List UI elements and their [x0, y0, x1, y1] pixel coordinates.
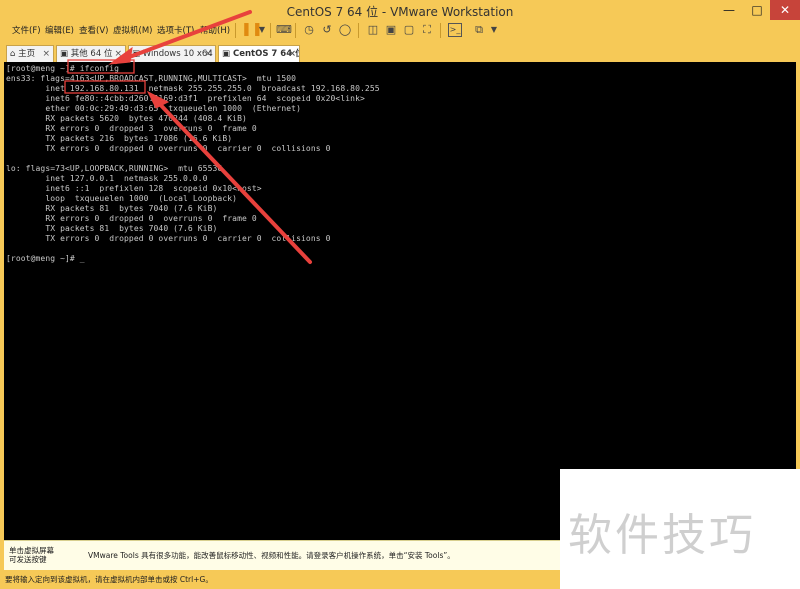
menu-edit[interactable]: 编辑(E): [45, 24, 74, 36]
console-line: RX packets 5620 bytes 470244 (408.4 KiB): [6, 114, 247, 123]
console-line: RX errors 0 dropped 3 overruns 0 frame 0: [6, 124, 257, 133]
console-view-icon[interactable]: ▢: [402, 23, 416, 37]
title-bar: CentOS 7 64 位 - VMware Workstation — □ ✕: [0, 0, 800, 20]
toolbar-separator: [440, 23, 441, 38]
console-line: loop txqueuelen 1000 (Local Loopback): [6, 194, 238, 203]
watermark: 软件技巧: [560, 469, 800, 589]
vm-icon: ▣: [60, 49, 71, 59]
stretch-icon[interactable]: ⧉: [472, 23, 486, 37]
vm-icon: ▣: [132, 49, 143, 59]
revert-snapshot-icon[interactable]: ↺: [320, 23, 334, 37]
console-line: TX errors 0 dropped 0 overruns 0 carrier…: [6, 234, 331, 243]
vmware-window: CentOS 7 64 位 - VMware Workstation — □ ✕…: [0, 0, 800, 589]
close-tab-icon[interactable]: ×: [288, 46, 296, 62]
terminal-icon[interactable]: >_: [448, 23, 462, 37]
minimize-button[interactable]: —: [716, 0, 742, 20]
vmware-tools-bar: 单击虚拟屏幕 可发送按键 VMware Tools 具有很多功能，能改善鼠标移动…: [4, 540, 560, 570]
menu-file[interactable]: 文件(F): [12, 24, 41, 36]
toolbar-separator: [358, 23, 359, 38]
menu-vm[interactable]: 虚拟机(M): [113, 24, 152, 36]
console-line: inet6 fe80::4cbb:d260:9169:d3f1 prefixle…: [6, 94, 365, 103]
menu-tabs[interactable]: 选项卡(T): [157, 24, 194, 36]
fullscreen-icon[interactable]: ⛶: [420, 23, 434, 37]
menu-bar: 文件(F) 编辑(E) 查看(V) 虚拟机(M) 选项卡(T) 帮助(H) ❚❚…: [0, 20, 800, 42]
tab-centos-7[interactable]: ▣ CentOS 7 64 位 ×: [218, 45, 300, 62]
tab-label: Windows 10 x64: [142, 49, 213, 59]
menu-help[interactable]: 帮助(H): [200, 24, 230, 36]
tab-windows-10[interactable]: ▣ Windows 10 x64 ×: [128, 45, 216, 62]
console-line: inet 127.0.0.1 netmask 255.0.0.0: [6, 174, 208, 183]
maximize-button[interactable]: □: [744, 0, 770, 20]
console-line: [root@meng ~]# _: [6, 254, 85, 263]
send-ctrl-alt-del-icon[interactable]: ⌨: [276, 23, 292, 37]
close-button[interactable]: ✕: [770, 0, 800, 20]
console-line: RX errors 0 dropped 0 overruns 0 frame 0: [6, 214, 257, 223]
tab-other-64[interactable]: ▣ 其他 64 位 ×: [56, 45, 126, 62]
toolbar-separator: [295, 23, 296, 38]
vm-icon: ▣: [222, 49, 233, 59]
console-line: RX packets 81 bytes 7040 (7.6 KiB): [6, 204, 218, 213]
close-tab-icon[interactable]: ×: [204, 46, 212, 62]
console-line: TX packets 216 bytes 17086 (16.6 KiB): [6, 134, 233, 143]
library-icon[interactable]: ◫: [366, 23, 380, 37]
tab-bar: ⌂ 主页 × ▣ 其他 64 位 × ▣ Windows 10 x64 × ▣ …: [0, 43, 800, 62]
console-line: [root@meng ~]# ifconfig: [6, 64, 120, 73]
watermark-text: 软件技巧: [568, 510, 756, 561]
close-tab-icon[interactable]: ×: [42, 46, 50, 62]
home-icon: ⌂: [10, 49, 19, 59]
chevron-down-icon[interactable]: ▼: [255, 23, 269, 37]
console-line: TX errors 0 dropped 0 overruns 0 carrier…: [6, 144, 331, 153]
console-line: TX packets 81 bytes 7040 (7.6 KiB): [6, 224, 218, 233]
click-hint-line1: 单击虚拟屏幕: [9, 546, 54, 555]
console-line: ether 00:0c:29:49:d3:65 txqueuelen 1000 …: [6, 104, 301, 113]
console-line: inet 192.168.80.131 netmask 255.255.255.…: [6, 84, 380, 93]
chevron-down-icon[interactable]: ▼: [487, 23, 501, 37]
close-tab-icon[interactable]: ×: [114, 46, 122, 62]
console-line: lo: flags=73<UP,LOOPBACK,RUNNING> mtu 65…: [6, 164, 223, 173]
status-bar: 要将输入定向到该虚拟机，请在虚拟机内部单击或按 Ctrl+G。: [0, 570, 560, 589]
thumbnail-icon[interactable]: ▣: [384, 23, 398, 37]
console-line: ens33: flags=4163<UP,BROADCAST,RUNNING,M…: [6, 74, 297, 83]
menu-view[interactable]: 查看(V): [79, 24, 108, 36]
snapshot-icon[interactable]: ◷: [302, 23, 316, 37]
toolbar-separator: [270, 23, 271, 38]
tab-label: 主页: [18, 49, 36, 59]
status-text: 要将输入定向到该虚拟机，请在虚拟机内部单击或按 Ctrl+G。: [5, 575, 213, 584]
vmware-tools-message: VMware Tools 具有很多功能，能改善鼠标移动性、视频和性能。请登录客户…: [88, 551, 455, 560]
snapshot-manager-icon[interactable]: ◯: [338, 23, 352, 37]
console-line: inet6 ::1 prefixlen 128 scopeid 0x10<hos…: [6, 184, 262, 193]
pause-icon[interactable]: ❚❚: [241, 23, 263, 37]
toolbar-separator: [235, 23, 236, 38]
click-hint-line2: 可发送按键: [9, 555, 47, 564]
tab-home[interactable]: ⌂ 主页 ×: [6, 45, 54, 62]
click-hint[interactable]: 单击虚拟屏幕 可发送按键: [9, 546, 69, 564]
window-title: CentOS 7 64 位 - VMware Workstation: [286, 5, 514, 19]
tab-label: 其他 64 位: [70, 49, 113, 59]
